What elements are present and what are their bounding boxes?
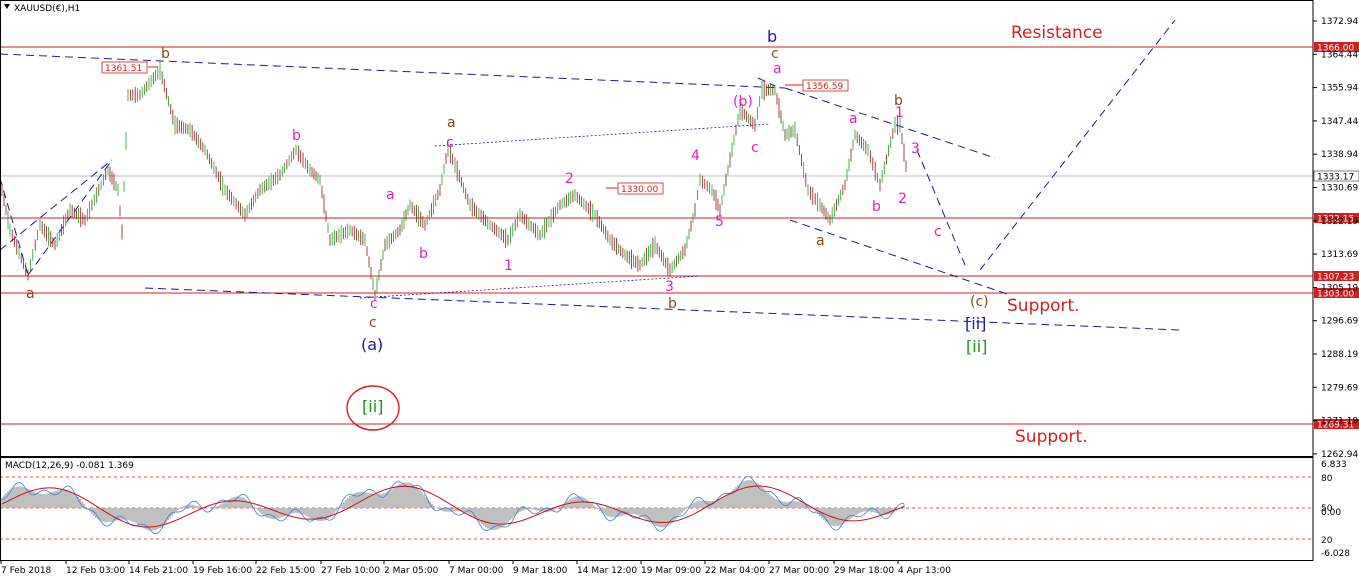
chart-svg: 1366.001322.151307.231303.001269.311333.… [0, 0, 1359, 576]
zone-label: Resistance [1011, 23, 1103, 43]
x-tick-label: 19 Feb 16:00 [193, 566, 252, 576]
macd-tick-label: 20 [1321, 536, 1333, 546]
x-tick-label: 29 Mar 18:00 [834, 566, 894, 576]
wave-label: c [771, 46, 779, 62]
macd-label: MACD(12,26,9) -0.081 1.369 [5, 461, 134, 471]
x-tick-label: 7 Mar 00:00 [449, 566, 504, 576]
price-tag-label: 1361.51 [105, 64, 142, 74]
macd-tick-label: 6.833 [1321, 460, 1347, 470]
price-tick-label: 1262.94 [1321, 450, 1358, 460]
trend-line [784, 87, 996, 159]
wave-label-extra: [ii] [966, 337, 987, 356]
trend-line [789, 219, 1011, 296]
wave-label: 4 [691, 148, 700, 164]
x-tick-label: 27 Feb 10:00 [321, 566, 380, 576]
price-tick-label: 1355.94 [1321, 84, 1358, 94]
price-tick-label: 1279.69 [1321, 383, 1358, 393]
price-tick-label: 1296.69 [1321, 317, 1358, 327]
macd-tick-label: 0.00 [1321, 508, 1341, 518]
symbol-label: XAUUSD(€),H1 [14, 4, 80, 14]
macd-tick-label: -6.028 [1321, 549, 1350, 559]
x-tick-label: 14 Mar 12:00 [577, 566, 637, 576]
price-tick-label: 1338.94 [1321, 150, 1358, 160]
price-tag-label: 1330.00 [621, 185, 658, 195]
wave-label: a [849, 111, 858, 127]
wave-label: 5 [715, 214, 724, 230]
price-tick-label: 1305.19 [1321, 283, 1358, 293]
wave-label: 2 [898, 191, 907, 207]
wave-label: [ii] [362, 397, 383, 416]
wave-label: c [751, 140, 759, 156]
wave-label: a [773, 61, 782, 77]
price-tick-label: 1364.44 [1321, 50, 1358, 60]
trend-line [0, 159, 113, 251]
price-tick-label: 1271.19 [1321, 417, 1358, 427]
x-tick-label: 12 Feb 03:00 [66, 566, 125, 576]
wave-label: 2 [565, 171, 574, 187]
trend-line [979, 19, 1176, 271]
wave-label: (a) [361, 335, 383, 354]
wave-label: b [419, 246, 428, 262]
wave-label: b [161, 46, 170, 62]
wave-label: b [767, 27, 777, 46]
wave-label: a [447, 115, 456, 131]
level-tag-label: 1307.23 [1317, 273, 1354, 283]
wave-label-extra: b [894, 93, 903, 109]
wave-label: c [934, 224, 942, 240]
price-panel-frame [0, 0, 1314, 457]
price-tick-label: 1347.44 [1321, 117, 1358, 127]
macd-tick-label: 80 [1321, 474, 1333, 484]
chart: 1366.00 1322.15 1307.23 1303.00 1269.31 1333.… [0, 0, 1359, 581]
current-price-label: 1333.17 [1317, 173, 1354, 183]
zone-label: Support. [1007, 296, 1080, 316]
x-tick-label: 27 Mar 00:00 [769, 566, 829, 576]
x-tick-label: 9 Mar 18:00 [513, 566, 568, 576]
zone-label: Support. [1015, 427, 1088, 447]
wave-label: (b) [733, 94, 753, 110]
price-tag-label: 1356.59 [806, 82, 843, 92]
wave-label: a [26, 286, 35, 302]
price-tick-label: 1313.69 [1321, 250, 1358, 260]
x-tick-label: 22 Feb 15:00 [256, 566, 315, 576]
wave-label: b [872, 199, 881, 215]
price-tick-label: 1322.19 [1321, 217, 1358, 227]
wave-label: 3 [665, 279, 674, 295]
wave-label: c [446, 135, 454, 151]
x-tick-label: 2 Mar 05:00 [384, 566, 439, 576]
chart-menu-icon [4, 4, 10, 9]
price-tick-label: 1330.69 [1321, 184, 1358, 194]
x-tick-label: 19 Mar 09:00 [641, 566, 701, 576]
x-tick-label: 14 Feb 21:00 [129, 566, 188, 576]
wave-label: c [370, 296, 378, 312]
wave-label-extra: a [816, 233, 825, 249]
wave-label: (c) [970, 294, 989, 310]
price-tick-label: 1372.94 [1321, 17, 1358, 27]
x-tick-label: 7 Feb 2018 [1, 566, 52, 576]
x-tick-label: 22 Mar 04:00 [705, 566, 765, 576]
wave-label: 3 [911, 141, 920, 157]
wave-label: b [292, 128, 301, 144]
wave-label: 1 [504, 258, 513, 274]
wave-label: a [386, 187, 395, 203]
trend-line-dotted [434, 123, 771, 147]
wave-label: c [369, 315, 377, 331]
price-tick-label: 1288.19 [1321, 350, 1358, 360]
trend-line [916, 149, 966, 266]
trend-line-dotted [359, 275, 701, 299]
wave-label-extra: b [668, 296, 677, 312]
wave-label: [ii] [965, 314, 986, 333]
x-tick-label: 4 Apr 13:00 [898, 566, 951, 576]
